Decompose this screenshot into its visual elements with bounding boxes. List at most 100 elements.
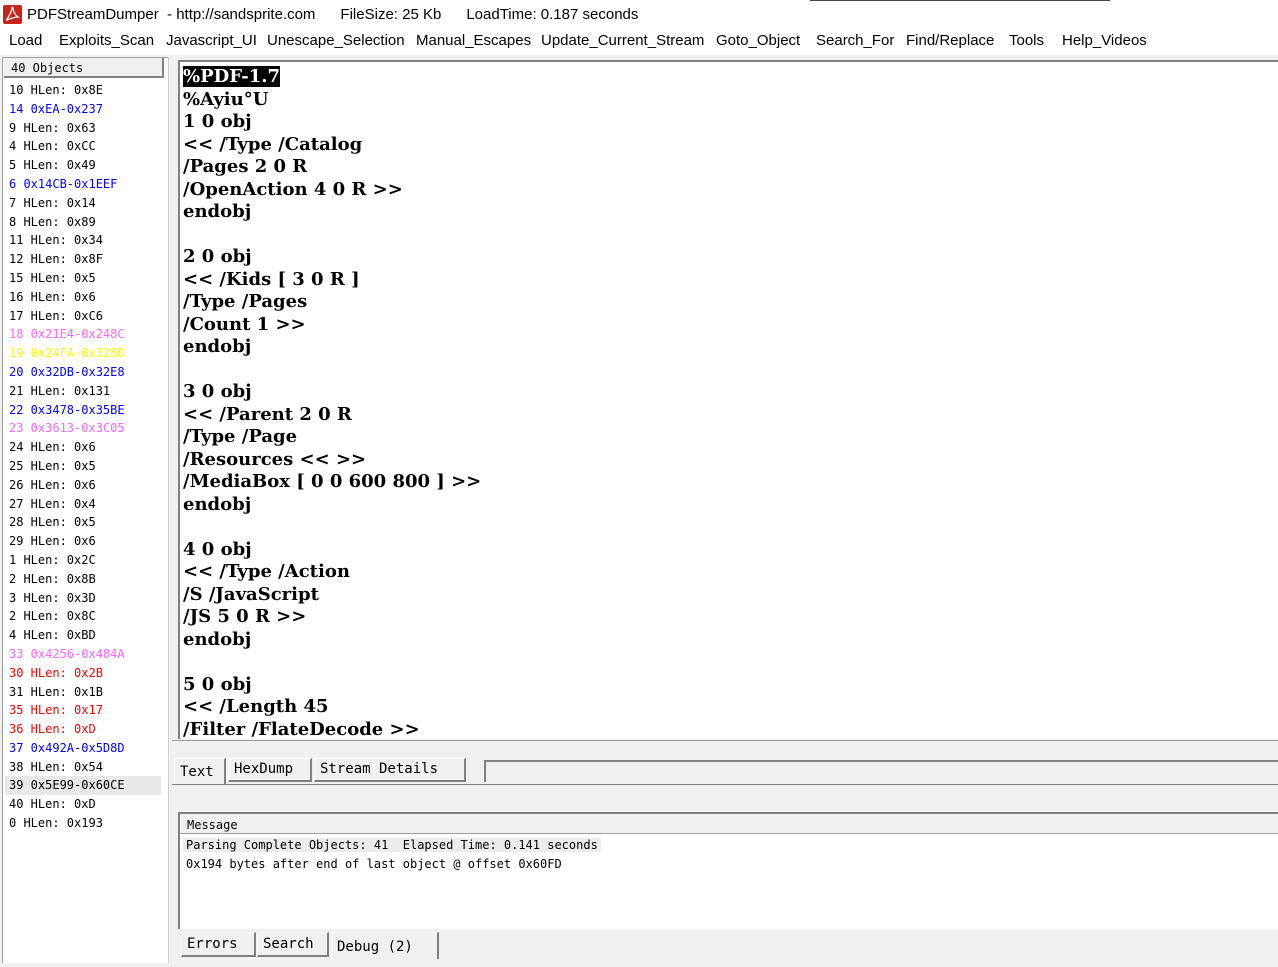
message-line[interactable]: 0x194 bytes after end of last object @ o… xyxy=(183,857,565,871)
object-list-item[interactable]: 21 HLen: 0x131 xyxy=(5,382,161,401)
code-line: 4 0 obj xyxy=(183,538,252,560)
code-line: << /Type /Action xyxy=(183,561,350,582)
code-line: /Pages 2 0 R xyxy=(183,156,308,177)
object-list-item[interactable]: 6 0x14CB-0x1EEF xyxy=(5,175,161,194)
menu-help-videos[interactable]: Help_Videos xyxy=(1062,32,1147,49)
code-line: 2 0 obj xyxy=(183,246,252,267)
object-list-item[interactable]: 0 HLen: 0x193 xyxy=(5,814,161,833)
object-list-item[interactable]: 20 0x32DB-0x32E8 xyxy=(5,363,161,382)
window-title: PDFStreamDumper - http://sandsprite.com … xyxy=(27,6,639,23)
object-list-item[interactable]: 4 HLen: 0xCC xyxy=(5,137,161,156)
code-line: << /Kids [ 3 0 R ] xyxy=(183,268,360,290)
object-list-item[interactable]: 11 HLen: 0x34 xyxy=(5,231,161,250)
object-list-item[interactable]: 5 HLen: 0x49 xyxy=(5,156,161,175)
menu-exploits-scan[interactable]: Exploits_Scan xyxy=(59,32,154,49)
menu-find-replace[interactable]: Find/Replace xyxy=(906,32,994,49)
message-header[interactable]: Message xyxy=(180,814,1278,834)
object-list-item[interactable]: 1 HLen: 0x2C xyxy=(5,551,161,570)
object-list-item[interactable]: 15 HLen: 0x5 xyxy=(5,269,161,288)
splitter[interactable] xyxy=(168,57,169,963)
code-line: 1 0 obj xyxy=(183,111,252,132)
object-list-item[interactable]: 14 0xEA-0x237 xyxy=(5,100,161,119)
object-list-item[interactable]: 25 HLen: 0x5 xyxy=(5,457,161,476)
object-list-item[interactable]: 40 HLen: 0xD xyxy=(5,795,161,814)
object-list-item[interactable]: 35 HLen: 0x17 xyxy=(5,701,161,720)
object-list-item[interactable]: 17 HLen: 0xC6 xyxy=(5,307,161,326)
tab-hexdump[interactable]: HexDump xyxy=(228,758,312,782)
object-list-item[interactable]: 4 HLen: 0xBD xyxy=(5,626,161,645)
title-bar-divider xyxy=(810,0,1110,1)
message-line[interactable]: Parsing Complete Objects: 41 Elapsed Tim… xyxy=(183,838,601,852)
code-line: endobj xyxy=(183,628,252,650)
code-line: /Count 1 >> xyxy=(183,313,306,335)
object-list-item[interactable]: 2 HLen: 0x8C xyxy=(5,607,161,626)
object-list-item[interactable]: 12 HLen: 0x8F xyxy=(5,250,161,269)
stream-details-field[interactable] xyxy=(484,760,1278,782)
object-list-item[interactable]: 16 HLen: 0x6 xyxy=(5,288,161,307)
object-list-item[interactable]: 33 0x4256-0x484A xyxy=(5,645,161,664)
code-line: /Type /Page xyxy=(183,426,298,447)
menu-search-for[interactable]: Search_For xyxy=(816,32,894,49)
object-list-item[interactable]: 27 HLen: 0x4 xyxy=(5,495,161,514)
object-list-rows: 10 HLen: 0x8E 14 0xEA-0x237 9 HLen: 0x63 4 … xyxy=(5,81,161,833)
menu-update-current-stream[interactable]: Update_Current_Stream xyxy=(541,32,704,49)
object-list-item[interactable]: 24 HLen: 0x6 xyxy=(5,438,161,457)
code-line: /S /JavaScript xyxy=(183,583,319,605)
menu-manual-escapes[interactable]: Manual_Escapes xyxy=(416,32,531,49)
code-line: 3 0 obj xyxy=(183,381,252,402)
text-editor[interactable]: %PDF-1.7 %Ayiu°U 1 0 obj << /Type /Catalog… xyxy=(178,60,1278,739)
menu-tools[interactable]: Tools xyxy=(1009,32,1044,49)
object-list-header[interactable]: 40 Objects xyxy=(4,58,164,78)
tab-search[interactable]: Search xyxy=(257,932,329,957)
code-line: /MediaBox [ 0 0 600 800 ] >> xyxy=(183,471,482,492)
object-list-item[interactable]: 26 HLen: 0x6 xyxy=(5,476,161,495)
editor-divider xyxy=(172,740,1278,741)
code-line: /Type /Pages xyxy=(183,291,308,312)
object-list-item[interactable]: 31 HLen: 0x1B xyxy=(5,683,161,702)
tabs-baseline xyxy=(172,784,1278,785)
object-list-item[interactable]: 19 0x24FA-0x328D xyxy=(5,344,161,363)
object-list-item[interactable]: 2 HLen: 0x8B xyxy=(5,570,161,589)
editor-content: %PDF-1.7 %Ayiu°U 1 0 obj << /Type /Catalog… xyxy=(183,66,481,739)
object-list-item[interactable]: 37 0x492A-0x5D8D xyxy=(5,739,161,758)
object-list-item[interactable]: 22 0x3478-0x35BE xyxy=(5,401,161,420)
code-line: /Resources << >> xyxy=(183,448,367,470)
code-line: %PDF-1.7 xyxy=(183,66,481,89)
menu-goto-object[interactable]: Goto_Object xyxy=(716,32,800,49)
code-line: 5 0 obj xyxy=(183,673,252,695)
object-list-item[interactable]: 3 HLen: 0x3D xyxy=(5,589,161,608)
code-line: << /Type /Catalog xyxy=(183,133,363,155)
tab-stream-details[interactable]: Stream Details xyxy=(314,758,466,782)
object-list-item[interactable]: 8 HLen: 0x89 xyxy=(5,213,161,232)
object-list-item[interactable]: 30 HLen: 0x2B xyxy=(5,664,161,683)
tab-errors[interactable]: Errors xyxy=(181,932,256,957)
menu-javascript-ui[interactable]: Javascript_UI xyxy=(166,32,257,49)
code-line: /Filter /FlateDecode >> xyxy=(183,718,420,740)
object-list-item[interactable]: 38 HLen: 0x54 xyxy=(5,758,161,777)
object-list-item[interactable]: 28 HLen: 0x5 xyxy=(5,513,161,532)
code-line: endobj xyxy=(183,201,252,222)
menu-load[interactable]: Load xyxy=(9,32,42,49)
code-line: << /Parent 2 0 R xyxy=(183,403,352,425)
code-line: << /Length 45 xyxy=(183,696,329,717)
object-list-item[interactable]: 18 0x21E4-0x248C xyxy=(5,325,161,344)
object-list-item[interactable]: 7 HLen: 0x14 xyxy=(5,194,161,213)
selected-text: %PDF-1.7 xyxy=(183,66,281,87)
object-list-item[interactable]: 9 HLen: 0x63 xyxy=(5,119,161,138)
object-list-item[interactable]: 23 0x3613-0x3C05 xyxy=(5,419,161,438)
menu-unescape-selection[interactable]: Unescape_Selection xyxy=(267,32,405,49)
code-line: /OpenAction 4 0 R >> xyxy=(183,178,403,200)
object-list-item[interactable]: 39 0x5E99-0x60CE xyxy=(5,776,161,796)
code-line: endobj xyxy=(183,336,252,357)
tab-text[interactable]: Text xyxy=(174,758,226,784)
object-list-item[interactable]: 29 HLen: 0x6 xyxy=(5,532,161,551)
object-list-item[interactable]: 10 HLen: 0x8E xyxy=(5,81,161,100)
object-list-item[interactable]: 36 HLen: 0xD xyxy=(5,720,161,739)
code-line: endobj xyxy=(183,493,252,515)
tab-debug[interactable]: Debug (2) xyxy=(331,932,439,959)
code-line: /JS 5 0 R >> xyxy=(183,606,307,627)
